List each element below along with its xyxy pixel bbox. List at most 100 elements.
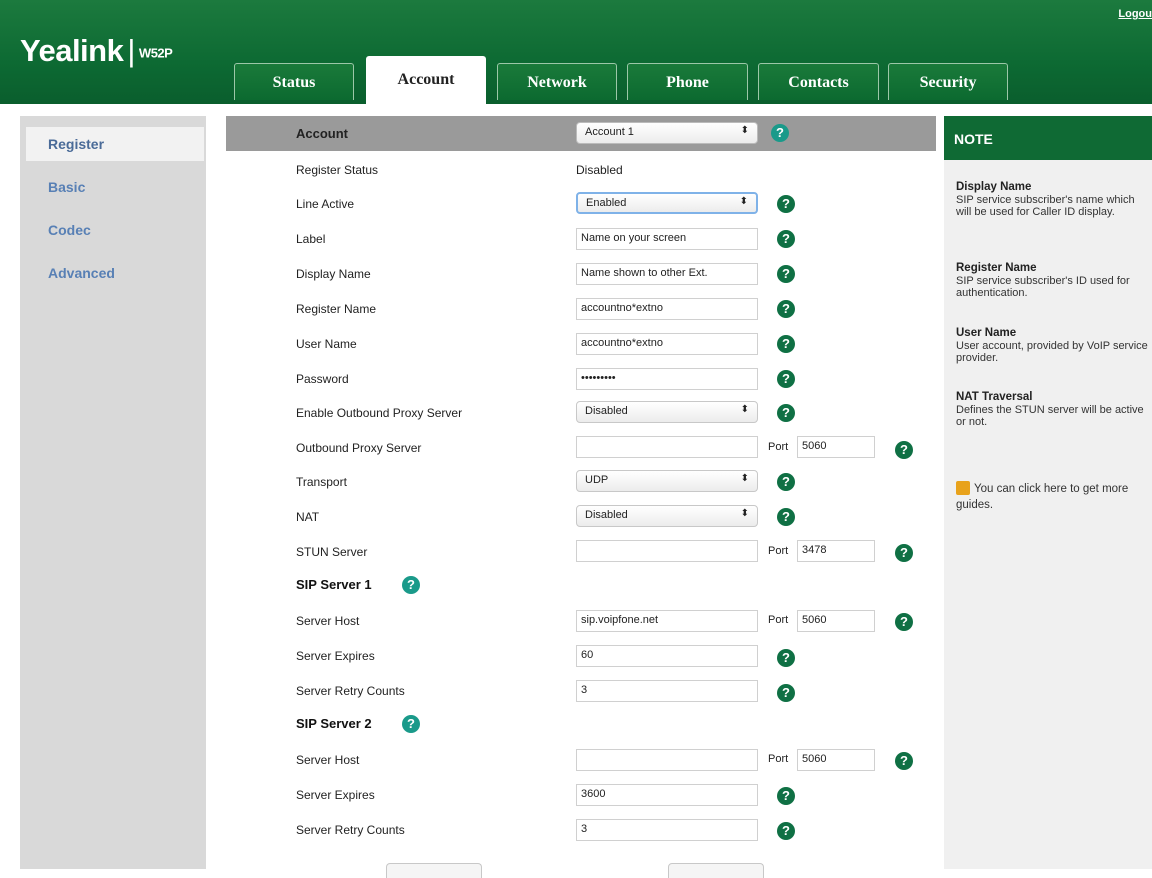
sip-server-1-title: SIP Server 1 bbox=[296, 577, 372, 592]
note-text: SIP service subscriber's name which will… bbox=[956, 194, 1135, 218]
sip2-host-input[interactable] bbox=[576, 749, 758, 771]
question-mark-circle-icon[interactable]: ? bbox=[402, 715, 420, 733]
outbound-server-input[interactable] bbox=[576, 436, 758, 458]
note-text: Defines the STUN server will be active o… bbox=[956, 404, 1144, 428]
sidebar: Register Basic Codec Advanced bbox=[20, 116, 206, 869]
sip2-expires-label: Server Expires bbox=[296, 788, 375, 802]
stun-server-label: STUN Server bbox=[296, 545, 368, 559]
display-name-input[interactable]: Name shown to other Ext. bbox=[576, 263, 758, 285]
sip1-host-label: Server Host bbox=[296, 614, 360, 628]
sip1-port-input[interactable]: 5060 bbox=[797, 610, 875, 632]
transport-select[interactable]: UDP ⬍ bbox=[576, 470, 758, 492]
transport-label: Transport bbox=[296, 475, 347, 489]
note-header: NOTE bbox=[944, 116, 1152, 160]
question-mark-circle-icon[interactable]: ? bbox=[777, 649, 795, 667]
question-mark-circle-icon[interactable]: ? bbox=[895, 752, 913, 770]
question-mark-circle-icon[interactable]: ? bbox=[777, 370, 795, 388]
note-text: SIP service subscriber's ID used for aut… bbox=[956, 275, 1130, 299]
note-title: Register Name bbox=[956, 262, 1037, 274]
sip1-expires-label: Server Expires bbox=[296, 649, 375, 663]
sip1-retry-input[interactable]: 3 bbox=[576, 680, 758, 702]
question-mark-circle-icon[interactable]: ? bbox=[777, 787, 795, 805]
question-mark-circle-icon[interactable]: ? bbox=[777, 684, 795, 702]
account-form: Account Account 1 ⬍ ? Register Status Di… bbox=[226, 116, 936, 878]
tab-security[interactable]: Security bbox=[888, 63, 1008, 100]
nat-value: Disabled bbox=[585, 509, 628, 521]
question-mark-circle-icon[interactable]: ? bbox=[777, 508, 795, 526]
sip2-retry-label: Server Retry Counts bbox=[296, 823, 405, 837]
password-label: Password bbox=[296, 372, 349, 386]
note-title: NAT Traversal bbox=[956, 391, 1033, 403]
line-active-value: Enabled bbox=[586, 197, 627, 209]
nat-select[interactable]: Disabled ⬍ bbox=[576, 505, 758, 527]
tab-contacts[interactable]: Contacts bbox=[758, 63, 879, 100]
question-mark-circle-icon[interactable]: ? bbox=[777, 265, 795, 283]
port-label: Port bbox=[768, 545, 789, 557]
stun-server-input[interactable] bbox=[576, 540, 758, 562]
confirm-button[interactable] bbox=[386, 863, 482, 878]
label-input[interactable]: Name on your screen bbox=[576, 228, 758, 250]
outbound-port-input[interactable]: 5060 bbox=[797, 436, 875, 458]
cancel-button[interactable] bbox=[668, 863, 764, 878]
outbound-server-label: Outbound Proxy Server bbox=[296, 441, 422, 455]
tab-network[interactable]: Network bbox=[497, 63, 617, 100]
display-name-label: Display Name bbox=[296, 267, 371, 281]
select-arrows-icon: ⬍ bbox=[739, 196, 748, 207]
account-select-value: Account 1 bbox=[585, 126, 634, 138]
question-mark-circle-icon[interactable]: ? bbox=[895, 441, 913, 459]
line-active-label: Line Active bbox=[296, 197, 355, 211]
register-name-label: Register Name bbox=[296, 302, 377, 316]
outbound-enable-value: Disabled bbox=[585, 405, 628, 417]
port-label: Port bbox=[768, 614, 789, 626]
sip1-retry-label: Server Retry Counts bbox=[296, 684, 405, 698]
account-select[interactable]: Account 1 ⬍ bbox=[576, 122, 758, 144]
brand-separator: | bbox=[127, 33, 135, 68]
question-mark-circle-icon[interactable]: ? bbox=[895, 544, 913, 562]
question-mark-circle-icon[interactable]: ? bbox=[777, 230, 795, 248]
tab-phone[interactable]: Phone bbox=[627, 63, 748, 100]
stun-port-input[interactable]: 3478 bbox=[797, 540, 875, 562]
question-mark-circle-icon[interactable]: ? bbox=[777, 404, 795, 422]
question-mark-circle-icon[interactable]: ? bbox=[771, 124, 789, 142]
select-arrows-icon: ⬍ bbox=[740, 404, 749, 415]
sidebar-item-codec[interactable]: Codec bbox=[20, 213, 206, 247]
question-mark-circle-icon[interactable]: ? bbox=[777, 473, 795, 491]
top-header: Yealink | W52P Logou Status Account Networ… bbox=[0, 0, 1152, 104]
register-status-label: Register Status bbox=[296, 163, 379, 177]
sip-server-2-title: SIP Server 2 bbox=[296, 716, 372, 731]
user-name-input[interactable]: accountno*extno bbox=[576, 333, 758, 355]
sidebar-item-advanced[interactable]: Advanced bbox=[20, 256, 206, 290]
tab-status[interactable]: Status bbox=[234, 63, 354, 100]
sidebar-item-register[interactable]: Register bbox=[26, 127, 204, 161]
user-name-label: User Name bbox=[296, 337, 357, 351]
tab-account[interactable]: Account bbox=[366, 56, 486, 104]
register-name-input[interactable]: accountno*extno bbox=[576, 298, 758, 320]
sip2-port-input[interactable]: 5060 bbox=[797, 749, 875, 771]
question-mark-circle-icon[interactable]: ? bbox=[777, 195, 795, 213]
question-mark-circle-icon[interactable]: ? bbox=[777, 300, 795, 318]
sidebar-item-basic[interactable]: Basic bbox=[20, 170, 206, 204]
line-active-select[interactable]: Enabled ⬍ bbox=[576, 192, 758, 214]
note-text: User account, provided by VoIP service p… bbox=[956, 340, 1148, 364]
sip1-host-input[interactable]: sip.voipfone.net bbox=[576, 610, 758, 632]
account-label: Account bbox=[296, 126, 348, 141]
question-mark-circle-icon[interactable]: ? bbox=[895, 613, 913, 631]
password-input[interactable]: ••••••••• bbox=[576, 368, 758, 390]
port-label: Port bbox=[768, 753, 789, 765]
outbound-enable-label: Enable Outbound Proxy Server bbox=[296, 406, 463, 420]
sip2-retry-input[interactable]: 3 bbox=[576, 819, 758, 841]
select-arrows-icon: ⬍ bbox=[740, 508, 749, 519]
label-label: Label bbox=[296, 232, 326, 246]
nat-label: NAT bbox=[296, 510, 320, 524]
sip2-host-label: Server Host bbox=[296, 753, 360, 767]
question-mark-circle-icon[interactable]: ? bbox=[402, 576, 420, 594]
sip2-expires-input[interactable]: 3600 bbox=[576, 784, 758, 806]
question-mark-circle-icon[interactable]: ? bbox=[777, 822, 795, 840]
logout-link[interactable]: Logou bbox=[1118, 8, 1152, 20]
transport-value: UDP bbox=[585, 474, 609, 486]
brand-name: Yealink bbox=[20, 33, 124, 68]
guide-link[interactable]: You can click here to get more guides. bbox=[956, 481, 1150, 513]
sip1-expires-input[interactable]: 60 bbox=[576, 645, 758, 667]
outbound-enable-select[interactable]: Disabled ⬍ bbox=[576, 401, 758, 423]
question-mark-circle-icon[interactable]: ? bbox=[777, 335, 795, 353]
